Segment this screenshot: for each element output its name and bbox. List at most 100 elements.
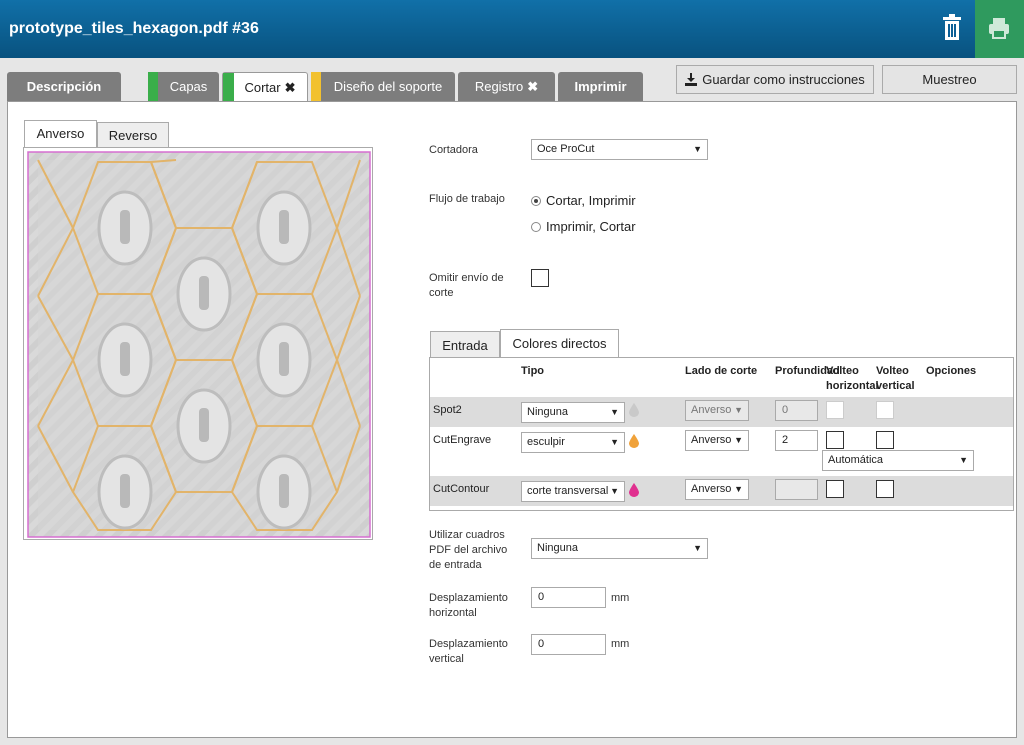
chevron-down-icon: ▼ xyxy=(693,543,702,553)
type-select[interactable]: corte transversal ▼ xyxy=(521,481,625,502)
type-select[interactable]: esculpir ▼ xyxy=(521,432,625,453)
col-type: Tipo xyxy=(521,365,545,377)
app-header: prototype_tiles_hexagon.pdf #36 xyxy=(0,0,1024,58)
hflip-checkbox[interactable] xyxy=(826,431,844,449)
side-value: Anverso xyxy=(691,404,732,416)
drop-icon xyxy=(629,483,639,502)
tab-label: Entrada xyxy=(442,338,488,353)
sampling-button[interactable]: Muestreo xyxy=(882,65,1017,94)
download-icon xyxy=(685,68,698,95)
tab-label: Colores directos xyxy=(512,336,607,351)
type-value: Ninguna xyxy=(527,406,568,418)
omit-cut-label: Omitir envío de corte xyxy=(429,272,504,299)
type-value: esculpir xyxy=(527,436,565,448)
col-hflip: Volteo horizontal xyxy=(826,365,879,392)
side-value: Anverso xyxy=(691,483,732,495)
options-value: Automática xyxy=(828,454,884,466)
drop-icon xyxy=(629,403,639,422)
vflip-checkbox[interactable] xyxy=(876,401,894,419)
tab-spot-colors[interactable]: Colores directos xyxy=(500,329,619,358)
tab-marker xyxy=(223,73,234,102)
chevron-down-icon: ▼ xyxy=(734,484,743,494)
radio-label: Cortar, Imprimir xyxy=(546,193,636,208)
col-vflip: Volteo vertical xyxy=(876,365,915,392)
chevron-down-icon: ▼ xyxy=(610,486,619,496)
hflip-checkbox[interactable] xyxy=(826,480,844,498)
chevron-down-icon: ▼ xyxy=(734,435,743,445)
tab-label: Capas xyxy=(169,79,208,94)
omit-cut-checkbox[interactable] xyxy=(531,269,549,287)
tab-input[interactable]: Entrada xyxy=(430,331,500,358)
pdf-boxes-select[interactable]: Ninguna ▼ xyxy=(531,538,708,559)
tab-marker xyxy=(311,72,321,101)
sampling-label: Muestreo xyxy=(922,72,977,87)
tab-label: Descripción xyxy=(26,79,102,94)
cutter-value: Oce ProCut xyxy=(537,143,595,155)
col-cut-side: Lado de corte xyxy=(685,365,758,377)
depth-input[interactable]: 0 xyxy=(775,400,818,421)
row-name: CutEngrave xyxy=(433,434,492,446)
col-options: Opciones xyxy=(926,365,977,377)
error-icon: ✖ xyxy=(284,80,296,95)
drop-icon xyxy=(629,434,639,453)
options-select[interactable]: Automática ▼ xyxy=(822,450,974,471)
chevron-down-icon: ▼ xyxy=(610,407,619,417)
h-offset-unit: mm xyxy=(611,592,630,604)
tab-print[interactable]: Imprimir xyxy=(558,72,643,101)
chevron-down-icon: ▼ xyxy=(693,144,702,154)
side-select[interactable]: Anverso ▼ xyxy=(685,400,749,421)
depth-input[interactable] xyxy=(775,479,818,500)
printer-icon xyxy=(989,18,1009,39)
v-offset-label: Desplazamiento vertical xyxy=(429,638,508,665)
tab-front[interactable]: Anverso xyxy=(24,120,97,148)
pdf-boxes-label: Utilizar cuadros PDF del archivo de entrad… xyxy=(429,529,508,571)
tab-layers[interactable]: Capas xyxy=(148,72,219,101)
print-button[interactable] xyxy=(975,0,1024,58)
error-icon: ✖ xyxy=(527,79,539,94)
save-label: Guardar como instrucciones xyxy=(702,72,865,87)
cutter-select[interactable]: Oce ProCut ▼ xyxy=(531,139,708,160)
radio-label: Imprimir, Cortar xyxy=(546,219,636,234)
radio-icon xyxy=(531,222,541,232)
v-offset-unit: mm xyxy=(611,638,630,650)
type-value: corte transversal xyxy=(527,485,609,497)
chevron-down-icon: ▼ xyxy=(734,405,743,415)
v-offset-input[interactable]: 0 xyxy=(531,634,606,655)
chevron-down-icon: ▼ xyxy=(610,437,619,447)
h-offset-input[interactable]: 0 xyxy=(531,587,606,608)
tab-back[interactable]: Reverso xyxy=(97,122,169,148)
tab-label: Imprimir xyxy=(574,79,627,94)
save-as-instructions-button[interactable]: Guardar como instrucciones xyxy=(676,65,874,94)
workflow-label: Flujo de trabajo xyxy=(429,193,505,205)
radio-selected-icon xyxy=(531,196,541,206)
hflip-checkbox[interactable] xyxy=(826,401,844,419)
tab-registration[interactable]: Registro ✖ xyxy=(458,72,555,101)
document-title: prototype_tiles_hexagon.pdf #36 xyxy=(9,20,259,37)
pdf-boxes-value: Ninguna xyxy=(537,542,578,554)
tab-description[interactable]: Descripción xyxy=(7,72,121,101)
tab-cut[interactable]: Cortar ✖ xyxy=(222,72,308,102)
preview-image xyxy=(27,151,371,538)
row-name: Spot2 xyxy=(433,404,462,416)
tab-label: Cortar xyxy=(244,80,281,95)
cutter-label: Cortadora xyxy=(429,144,478,156)
tab-label: Anverso xyxy=(36,126,85,141)
vflip-checkbox[interactable] xyxy=(876,480,894,498)
tab-label: Reverso xyxy=(108,128,158,143)
vflip-checkbox[interactable] xyxy=(876,431,894,449)
side-select[interactable]: Anverso ▼ xyxy=(685,479,749,500)
side-value: Anverso xyxy=(691,434,732,446)
tab-marker xyxy=(148,72,158,101)
side-select[interactable]: Anverso ▼ xyxy=(685,430,749,451)
tab-label: Diseño del soporte xyxy=(333,79,443,94)
tab-label: Registro xyxy=(474,79,524,94)
workflow-option-cut-print[interactable]: Cortar, Imprimir xyxy=(531,193,636,208)
workflow-option-print-cut[interactable]: Imprimir, Cortar xyxy=(531,219,636,234)
page-preview xyxy=(23,147,373,540)
tab-media-design[interactable]: Diseño del soporte xyxy=(311,72,455,101)
type-select[interactable]: Ninguna ▼ xyxy=(521,402,625,423)
chevron-down-icon: ▼ xyxy=(959,455,968,465)
depth-input[interactable]: 2 xyxy=(775,430,818,451)
trash-icon[interactable] xyxy=(936,12,968,44)
h-offset-label: Desplazamiento horizontal xyxy=(429,592,508,619)
